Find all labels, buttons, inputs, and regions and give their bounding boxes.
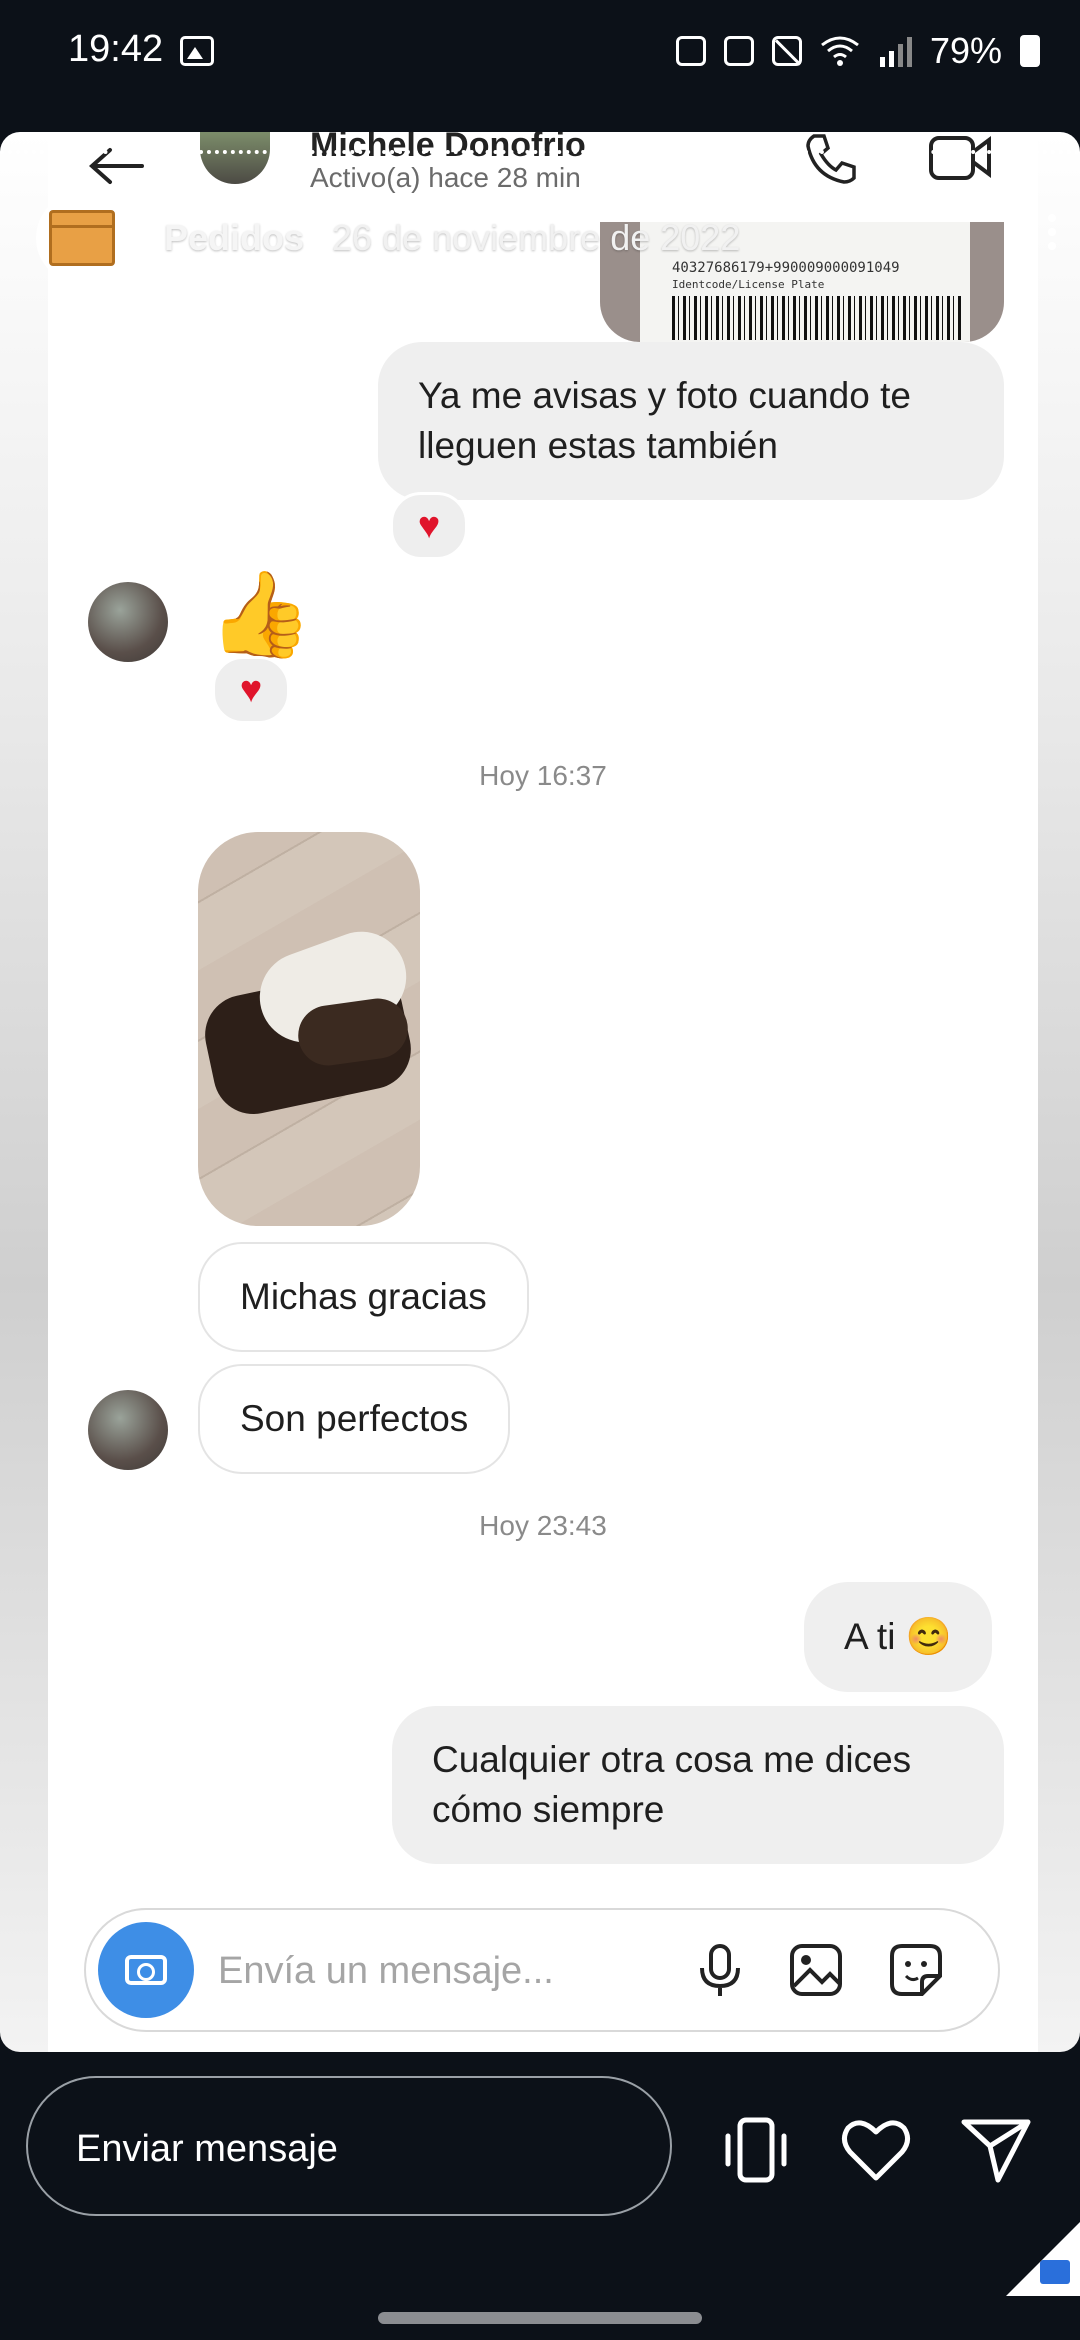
story-reply-field[interactable] — [26, 2076, 672, 2216]
vibrate-icon[interactable] — [718, 2112, 794, 2188]
message-sent-2[interactable]: A ti 😊 — [804, 1582, 992, 1692]
message-sent-1[interactable]: Ya me avisas y foto cuando te lleguen es… — [378, 342, 1004, 500]
story-date: 26 de noviembre de 2022 — [332, 217, 741, 258]
battery-icon — [1020, 35, 1040, 67]
camera-button[interactable] — [98, 1922, 194, 2018]
barcode — [672, 296, 962, 340]
message-text: A ti 😊 — [844, 1616, 952, 1657]
message-received-1[interactable]: Michas gracias — [198, 1242, 529, 1352]
message-sent-3[interactable]: Cualquier otra cosa me dices cómo siempr… — [392, 1706, 1004, 1864]
send-icon[interactable] — [958, 2112, 1034, 2188]
floating-corner-button[interactable] — [1006, 2222, 1080, 2296]
signal-icon — [879, 37, 912, 67]
mute-icon — [771, 36, 802, 66]
message-input[interactable] — [216, 1940, 660, 2002]
gallery-icon[interactable] — [786, 1940, 846, 2000]
message-text: Cualquier otra cosa me dices cómo siempr… — [432, 1739, 912, 1830]
heart-like-icon[interactable] — [838, 2112, 914, 2188]
sticker-icon[interactable] — [886, 1940, 946, 2000]
camera-icon — [125, 1955, 167, 1985]
message-text: Son perfectos — [240, 1398, 469, 1439]
story-frame[interactable]: Michele Donofrio Activo(a) hace 28 min 4… — [0, 132, 1080, 2052]
story-account-name[interactable]: Pedidos — [164, 217, 304, 259]
package-box-icon — [49, 210, 115, 266]
microphone-icon[interactable] — [690, 1940, 750, 2000]
contact-name: Michele Donofrio — [310, 132, 586, 164]
shared-photo-sneakers[interactable] — [198, 832, 420, 1226]
chat-screenshot: Michele Donofrio Activo(a) hace 28 min 4… — [48, 132, 1038, 2052]
phone-icon — [806, 134, 856, 184]
status-bar: 19:42 79% — [0, 0, 1080, 80]
contact-avatar[interactable] — [88, 582, 168, 662]
story-account-avatar[interactable] — [36, 192, 128, 284]
contact-avatar — [200, 132, 270, 184]
heart-reaction[interactable]: ♥ — [390, 492, 468, 560]
chat-timestamp: Hoy 16:37 — [479, 760, 607, 791]
contact-avatar[interactable] — [88, 1390, 168, 1470]
nfc-icon — [723, 36, 754, 66]
message-text: Michas gracias — [240, 1276, 487, 1317]
upload-icon — [675, 36, 706, 66]
more-options-icon[interactable] — [1048, 214, 1056, 250]
battery-percent: 79% — [929, 30, 1002, 71]
status-time: 19:42 — [68, 28, 164, 70]
heart-icon: ♥ — [239, 669, 263, 711]
story-progress-bar — [0, 150, 1080, 154]
wifi-icon — [821, 36, 859, 66]
heart-reaction[interactable]: ♥ — [212, 656, 290, 724]
story-header: Pedidos 26 de noviembre de 2022 — [36, 190, 740, 286]
home-indicator[interactable] — [378, 2312, 702, 2324]
message-received-2[interactable]: Son perfectos — [198, 1364, 511, 1474]
video-camera-icon — [929, 136, 991, 180]
heart-icon: ♥ — [417, 505, 441, 547]
thumbs-up-emoji[interactable]: 👍 — [208, 572, 313, 656]
status-icons: 79% — [675, 30, 1040, 72]
message-text: Ya me avisas y foto cuando te lleguen es… — [418, 375, 911, 466]
reply-input[interactable] — [74, 2118, 638, 2180]
gallery-notification-icon — [180, 36, 214, 66]
chat-timestamp: Hoy 23:43 — [479, 1510, 607, 1541]
folder-icon — [1040, 2260, 1070, 2284]
message-composer — [84, 1908, 1000, 2032]
